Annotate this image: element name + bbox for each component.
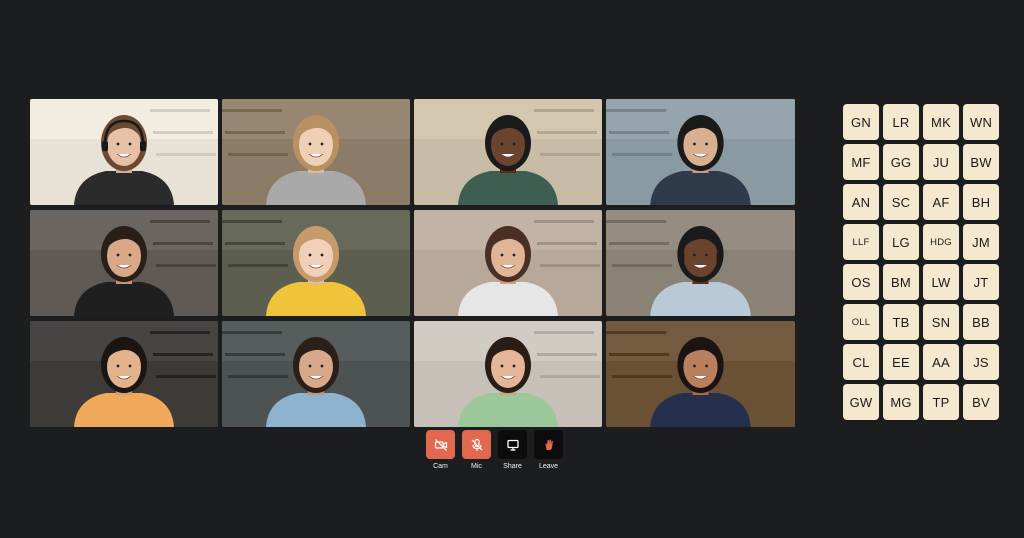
participant-chip[interactable]: EE: [883, 344, 919, 380]
participant-chip[interactable]: GW: [843, 384, 879, 420]
cam-label: Cam: [433, 463, 448, 470]
participant-chip[interactable]: BM: [883, 264, 919, 300]
participant-chip[interactable]: BW: [963, 144, 999, 180]
participant-chip[interactable]: JT: [963, 264, 999, 300]
participant-video: [606, 321, 795, 427]
participant-video: [222, 321, 410, 427]
participant-video: [414, 321, 602, 427]
share-button[interactable]: [498, 430, 527, 459]
participant-video: [606, 99, 795, 205]
participant-video: [30, 210, 218, 316]
participant-chip[interactable]: TB: [883, 304, 919, 340]
mic-label: Mic: [471, 463, 482, 470]
participant-chip[interactable]: BH: [963, 184, 999, 220]
video-tile-man-blue-shirt-bookshelf[interactable]: [222, 321, 410, 427]
participant-chip[interactable]: LLF: [843, 224, 879, 260]
participant-chip[interactable]: MG: [883, 384, 919, 420]
video-tile-presenter-with-headset-bookshelf[interactable]: [30, 99, 218, 205]
participant-chip[interactable]: BV: [963, 384, 999, 420]
mic-control[interactable]: Mic: [462, 430, 491, 470]
participant-chip[interactable]: MF: [843, 144, 879, 180]
participant-video: [414, 210, 602, 316]
participant-chip[interactable]: AF: [923, 184, 959, 220]
participant-chip[interactable]: AA: [923, 344, 959, 380]
video-tile-man-headset-office[interactable]: [606, 210, 795, 316]
participant-chip[interactable]: OS: [843, 264, 879, 300]
cam-control[interactable]: Cam: [426, 430, 455, 470]
video-tile-woman-navy-top-bookshelf[interactable]: [606, 321, 795, 427]
share-screen-icon: [506, 439, 519, 451]
video-tile-woman-white-blouse-plants[interactable]: [414, 210, 602, 316]
participant-chip[interactable]: GN: [843, 104, 879, 140]
share-label: Share: [503, 463, 522, 470]
participant-video: [222, 210, 410, 316]
participant-video: [30, 321, 218, 427]
cam-button[interactable]: [426, 430, 455, 459]
call-controls: Cam Mic Share Leave: [426, 430, 563, 470]
participant-video: [30, 99, 218, 205]
leave-button[interactable]: [534, 430, 563, 459]
leave-control[interactable]: Leave: [534, 430, 563, 470]
participant-chip[interactable]: JS: [963, 344, 999, 380]
participant-video: [222, 99, 410, 205]
video-tile-man-glasses-office-windows[interactable]: [606, 99, 795, 205]
participant-chip[interactable]: HDG: [923, 224, 959, 260]
camera-off-icon: [434, 438, 447, 451]
participant-chip[interactable]: BB: [963, 304, 999, 340]
participant-chip[interactable]: MK: [923, 104, 959, 140]
participant-chip[interactable]: OLL: [843, 304, 879, 340]
participant-chip[interactable]: AN: [843, 184, 879, 220]
video-grid: [30, 99, 795, 427]
participant-chip[interactable]: GG: [883, 144, 919, 180]
participant-chip[interactable]: WN: [963, 104, 999, 140]
mic-button[interactable]: [462, 430, 491, 459]
video-tile-woman-yellow-sweater-library[interactable]: [222, 210, 410, 316]
participant-chip[interactable]: LG: [883, 224, 919, 260]
participant-chip[interactable]: SC: [883, 184, 919, 220]
participant-chip[interactable]: CL: [843, 344, 879, 380]
participant-chip[interactable]: SN: [923, 304, 959, 340]
leave-label: Leave: [538, 463, 559, 470]
participant-chip[interactable]: LR: [883, 104, 919, 140]
video-tile-young-man-orange-shirt[interactable]: [30, 321, 218, 427]
participant-chip[interactable]: LW: [923, 264, 959, 300]
share-control[interactable]: Share: [498, 430, 527, 470]
participant-chip[interactable]: TP: [923, 384, 959, 420]
video-tile-man-glasses-beard-office[interactable]: [414, 99, 602, 205]
participant-chip[interactable]: JU: [923, 144, 959, 180]
leave-icon: [545, 439, 553, 450]
video-tile-woman-dark-hair-home[interactable]: [30, 210, 218, 316]
participant-video: [414, 99, 602, 205]
participant-list: GN LR MK WN MF GG JU BW AN SC AF BH LLF LG HDG JM OS BM LW…: [843, 104, 999, 420]
video-tile-woman-green-top-smiling[interactable]: [414, 321, 602, 427]
participant-video: [606, 210, 795, 316]
participant-chip[interactable]: JM: [963, 224, 999, 260]
mic-off-icon: [471, 438, 482, 451]
video-tile-woman-long-blonde-hair-kitchen[interactable]: [222, 99, 410, 205]
